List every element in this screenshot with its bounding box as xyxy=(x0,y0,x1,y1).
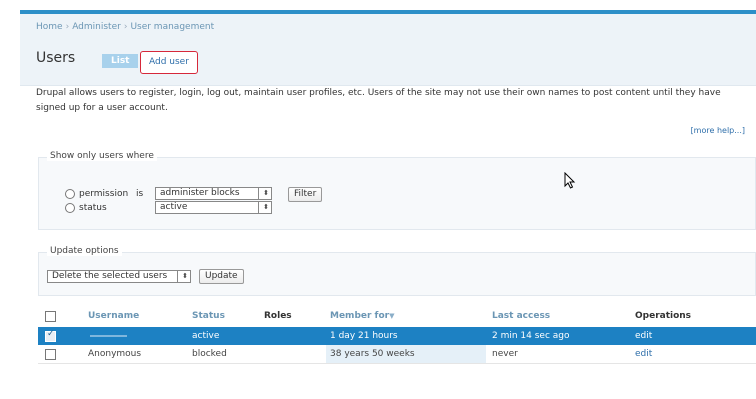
permission-radio[interactable] xyxy=(65,189,75,199)
header-status[interactable]: Status xyxy=(192,311,225,321)
breadcrumb-administer[interactable]: Administer xyxy=(72,22,121,32)
row-checkbox[interactable]: ✓ xyxy=(45,329,56,342)
select-arrow-icon: ⬍ xyxy=(263,189,269,197)
row-last-access: never xyxy=(492,349,518,359)
header-username[interactable]: Username xyxy=(88,311,139,321)
checkmark-icon: ✓ xyxy=(47,329,55,339)
status-radio[interactable] xyxy=(65,203,75,213)
permission-select-value: administer blocks xyxy=(160,188,240,198)
mouse-cursor-icon xyxy=(564,172,576,189)
select-arrow-icon: ⬍ xyxy=(182,272,188,280)
redacted-username[interactable] xyxy=(90,335,127,337)
header-operations: Operations xyxy=(635,311,692,321)
filter-legend: Show only users where xyxy=(47,151,157,161)
update-action-select[interactable]: Delete the selected users ⬍ xyxy=(47,270,191,283)
row-member-for: 1 day 21 hours xyxy=(330,331,398,341)
breadcrumb-home[interactable]: Home xyxy=(36,22,63,32)
tab-add-user[interactable]: Add user xyxy=(140,51,198,74)
top-margin xyxy=(0,0,756,10)
permission-select[interactable]: administer blocks ⬍ xyxy=(155,187,272,200)
row-status: blocked xyxy=(192,349,227,359)
filter-fieldset: Show only users where permission is admi… xyxy=(38,151,756,230)
row-status: active xyxy=(192,331,220,341)
update-button[interactable]: Update xyxy=(199,269,244,284)
status-select-value: active xyxy=(160,202,188,212)
sort-desc-icon: ▼ xyxy=(389,312,395,320)
header-roles: Roles xyxy=(264,311,292,321)
update-options-fieldset: Update options Delete the selected users… xyxy=(38,246,756,296)
status-label: status xyxy=(79,203,107,213)
update-legend: Update options xyxy=(47,246,122,256)
row-checkbox[interactable] xyxy=(45,349,56,360)
select-arrow-icon: ⬍ xyxy=(263,203,269,211)
more-help-link[interactable]: [more help...] xyxy=(691,126,745,135)
filter-button[interactable]: Filter xyxy=(288,187,323,202)
permission-label: permission xyxy=(79,189,129,199)
update-action-value: Delete the selected users xyxy=(52,271,168,281)
operator-label: is xyxy=(136,189,144,199)
select-all-checkbox[interactable] xyxy=(45,311,56,322)
breadcrumb: Home › Administer › User management xyxy=(36,22,215,32)
breadcrumb-user-management[interactable]: User management xyxy=(130,22,214,32)
row-last-access: 2 min 14 sec ago xyxy=(492,331,570,341)
page-description: Drupal allows users to register, login, … xyxy=(36,88,721,113)
tab-list[interactable]: List xyxy=(102,54,139,68)
row-edit-link[interactable]: edit xyxy=(635,331,652,341)
row-username: Anonymous xyxy=(88,349,142,359)
page-header: Home › Administer › User management Users Li… xyxy=(20,14,756,86)
header-last-access[interactable]: Last access xyxy=(492,311,550,321)
status-select[interactable]: active ⬍ xyxy=(155,201,272,214)
page-title: Users xyxy=(36,50,76,66)
table-row[interactable]: Anonymous blocked 38 years 50 weeks neve… xyxy=(38,345,756,364)
table-header: Username Status Roles Member for▼ Last a… xyxy=(38,307,756,325)
table-row[interactable]: ✓ active 1 day 21 hours 2 min 14 sec ago… xyxy=(38,327,756,345)
header-member-for[interactable]: Member for▼ xyxy=(330,311,394,321)
row-member-for: 38 years 50 weeks xyxy=(330,349,415,359)
row-edit-link[interactable]: edit xyxy=(635,349,652,359)
